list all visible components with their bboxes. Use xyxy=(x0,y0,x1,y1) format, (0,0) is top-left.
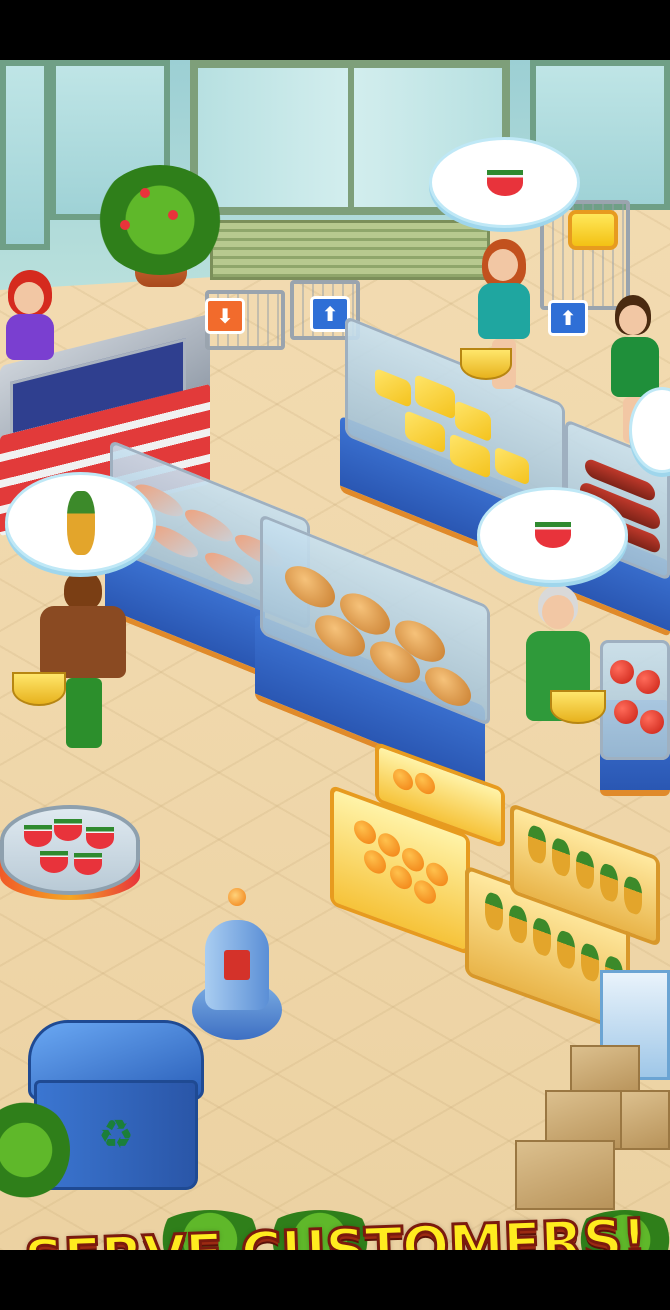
customer-torso xyxy=(611,337,659,397)
pineapple xyxy=(533,915,551,959)
customer-torso xyxy=(40,606,126,678)
customer-man-brown[interactable] xyxy=(30,570,130,750)
entry-arrow-sign-2: ⬆ xyxy=(548,300,588,336)
watermelon-slice xyxy=(54,819,82,841)
flower xyxy=(120,220,130,230)
arrow-up-icon: ⬆ xyxy=(559,306,577,330)
orange xyxy=(393,765,413,794)
cardboard-box[interactable] xyxy=(570,1045,640,1095)
robot-beacon-light xyxy=(228,888,246,906)
customer-legs xyxy=(66,678,102,748)
tomato xyxy=(636,670,660,694)
orange xyxy=(354,817,376,848)
customer-head xyxy=(488,249,518,281)
cheese-wedge xyxy=(455,400,491,443)
tomato xyxy=(640,710,664,734)
promo-banner: SERVE CUSTOMERS! xyxy=(0,1200,670,1250)
order-bubble-watermelon-2[interactable] xyxy=(480,490,625,580)
pineapple-icon xyxy=(66,490,95,555)
flower xyxy=(140,188,150,198)
cashier-torso xyxy=(6,314,54,360)
pineapple xyxy=(557,928,575,972)
flower xyxy=(168,210,178,220)
fish xyxy=(185,504,233,547)
exit-arrow-sign: ⬇ xyxy=(205,298,245,334)
fish xyxy=(150,520,198,563)
game-scene[interactable]: ⬇ ⬆ ⬆ ♻ SERVE CUSTOMERS! xyxy=(0,60,670,1250)
cashier-head xyxy=(14,282,44,314)
shopping-basket-stack[interactable] xyxy=(568,210,618,250)
order-bubble-pineapple[interactable] xyxy=(8,475,153,570)
pineapple xyxy=(581,941,599,984)
pineapple xyxy=(552,835,570,879)
arrow-down-icon: ⬇ xyxy=(216,304,234,328)
watermelon-slice xyxy=(74,853,102,875)
watermelon-slice xyxy=(40,851,68,873)
cheese-wedge xyxy=(375,367,411,409)
cheese-wedge xyxy=(495,446,529,486)
pineapple xyxy=(485,890,503,933)
pineapple xyxy=(528,823,546,866)
pineapple xyxy=(509,902,527,946)
cheese-wedge xyxy=(415,373,455,420)
robot-panel xyxy=(224,950,250,980)
shopping-basket xyxy=(12,672,66,706)
watermelon-slice xyxy=(24,825,52,847)
letterbox-bottom xyxy=(0,1250,670,1310)
orange xyxy=(415,769,435,798)
shopping-basket xyxy=(550,690,606,724)
roast-chicken xyxy=(285,558,335,615)
tomato xyxy=(614,700,638,724)
pineapple xyxy=(576,848,594,892)
entrance-mat xyxy=(210,220,490,280)
recycle-icon: ♻ xyxy=(98,1112,134,1158)
arrow-up-icon: ⬆ xyxy=(321,302,339,326)
watermelon-slice-icon xyxy=(534,522,571,548)
entry-arrow-sign: ⬆ xyxy=(310,296,350,332)
customer-head xyxy=(542,595,574,629)
letterbox-top xyxy=(0,0,670,60)
watermelon-slice xyxy=(86,827,114,849)
pineapple xyxy=(600,861,618,905)
tomato-display[interactable] xyxy=(600,640,670,760)
promo-banner-text: SERVE CUSTOMERS! xyxy=(21,1205,648,1250)
tomato xyxy=(610,660,634,684)
customer-head xyxy=(619,305,647,335)
pineapple xyxy=(624,874,642,917)
customer-torso xyxy=(478,283,530,339)
potted-plant xyxy=(95,165,225,275)
customer-hair xyxy=(64,570,102,610)
watermelon-stand[interactable] xyxy=(0,805,140,895)
shopping-basket xyxy=(460,348,512,380)
order-bubble-watermelon[interactable] xyxy=(432,140,577,225)
cashier[interactable] xyxy=(0,270,60,360)
cheese-wedge xyxy=(405,409,445,454)
left-window xyxy=(0,60,50,250)
watermelon-slice-icon xyxy=(486,169,523,196)
cardboard-box[interactable] xyxy=(620,1090,670,1150)
